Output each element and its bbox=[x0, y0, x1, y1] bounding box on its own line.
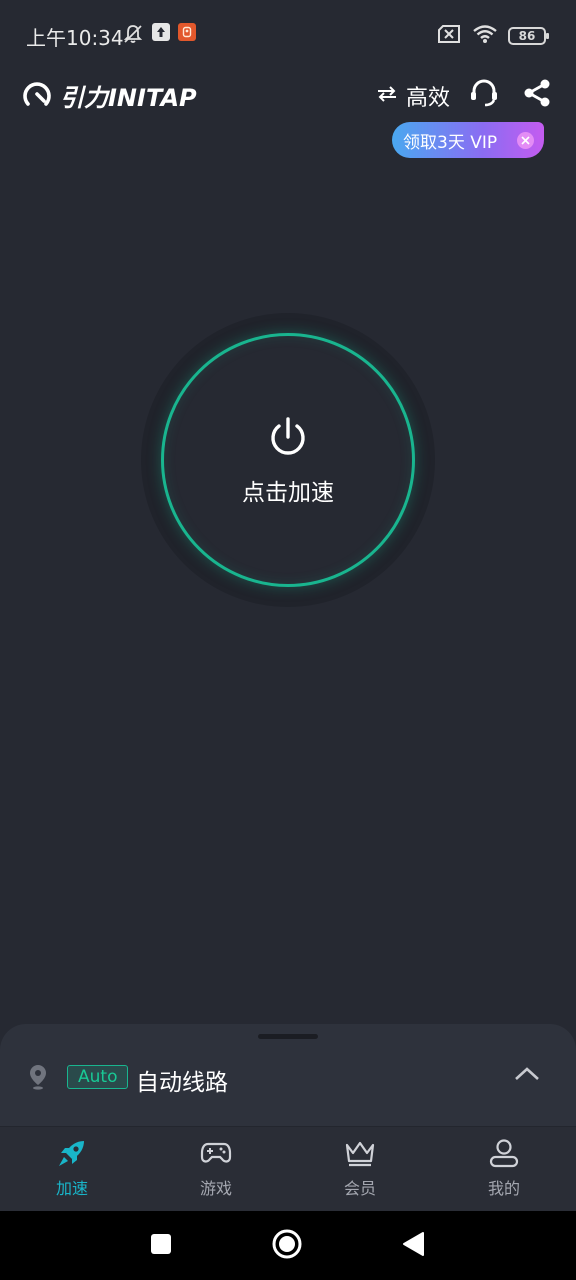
accelerate-label: 点击加速 bbox=[242, 480, 334, 506]
battery-indicator: 86 bbox=[508, 27, 549, 45]
logo-text: 引力INITAP bbox=[60, 84, 197, 112]
vip-promo-banner[interactable]: 领取3天 VIP bbox=[392, 122, 544, 158]
upload-notification-icon bbox=[152, 23, 170, 41]
user-icon bbox=[488, 1137, 520, 1169]
home-circle-icon bbox=[272, 1229, 302, 1263]
headset-icon bbox=[468, 77, 500, 113]
bottom-nav: 加速 游戏 会员 我的 bbox=[0, 1126, 576, 1211]
app-header: 引力INITAP 高效 bbox=[0, 70, 576, 120]
wifi-icon bbox=[472, 24, 498, 48]
status-bar: 上午10:34 86 bbox=[0, 0, 576, 70]
nav-label-profile: 我的 bbox=[487, 1179, 520, 1198]
nav-item-games[interactable]: 游戏 bbox=[144, 1127, 288, 1212]
auto-badge: Auto bbox=[67, 1065, 129, 1089]
close-icon[interactable] bbox=[517, 132, 534, 149]
chevron-up-icon[interactable] bbox=[514, 1066, 540, 1086]
recent-apps-button[interactable] bbox=[146, 1231, 176, 1261]
square-icon bbox=[150, 1233, 172, 1259]
back-triangle-icon bbox=[401, 1231, 425, 1261]
gamepad-icon bbox=[200, 1137, 232, 1169]
share-icon bbox=[522, 78, 552, 112]
drag-handle[interactable] bbox=[258, 1034, 318, 1039]
speedometer-logo-icon bbox=[22, 79, 52, 113]
location-pin-icon bbox=[28, 1064, 48, 1094]
status-time: 上午10:34 bbox=[26, 26, 124, 50]
route-selector[interactable]: Auto 自动线路 bbox=[28, 1062, 548, 1096]
back-button[interactable] bbox=[398, 1231, 428, 1261]
nav-label-games: 游戏 bbox=[199, 1179, 232, 1198]
power-icon bbox=[267, 416, 309, 464]
share-button[interactable] bbox=[520, 78, 554, 112]
app-logo: 引力INITAP bbox=[22, 78, 197, 113]
nav-item-membership[interactable]: 会员 bbox=[288, 1127, 432, 1212]
mode-toggle-button[interactable]: 高效 bbox=[376, 80, 450, 112]
nav-label-accelerate: 加速 bbox=[55, 1179, 88, 1198]
customer-service-button[interactable] bbox=[467, 78, 501, 112]
mode-label: 高效 bbox=[406, 86, 451, 111]
bell-muted-icon bbox=[122, 23, 144, 49]
accelerate-button-container: 点击加速 bbox=[141, 313, 435, 607]
status-icons-left bbox=[122, 23, 196, 49]
home-button[interactable] bbox=[272, 1229, 302, 1263]
nav-item-profile[interactable]: 我的 bbox=[432, 1127, 576, 1212]
nav-item-accelerate[interactable]: 加速 bbox=[0, 1127, 144, 1212]
rocket-icon bbox=[56, 1137, 88, 1169]
route-panel: Auto 自动线路 bbox=[0, 1024, 576, 1134]
route-name: 自动线路 bbox=[136, 1070, 228, 1096]
app-notification-icon bbox=[178, 23, 196, 41]
status-icons-right: 86 bbox=[438, 24, 549, 48]
sim-disabled-icon bbox=[438, 25, 462, 47]
swap-icon bbox=[376, 85, 398, 107]
crown-icon bbox=[344, 1137, 376, 1169]
nav-label-membership: 会员 bbox=[343, 1179, 376, 1198]
system-navigation-bar bbox=[0, 1211, 576, 1280]
vip-promo-text: 领取3天 VIP bbox=[403, 132, 498, 153]
